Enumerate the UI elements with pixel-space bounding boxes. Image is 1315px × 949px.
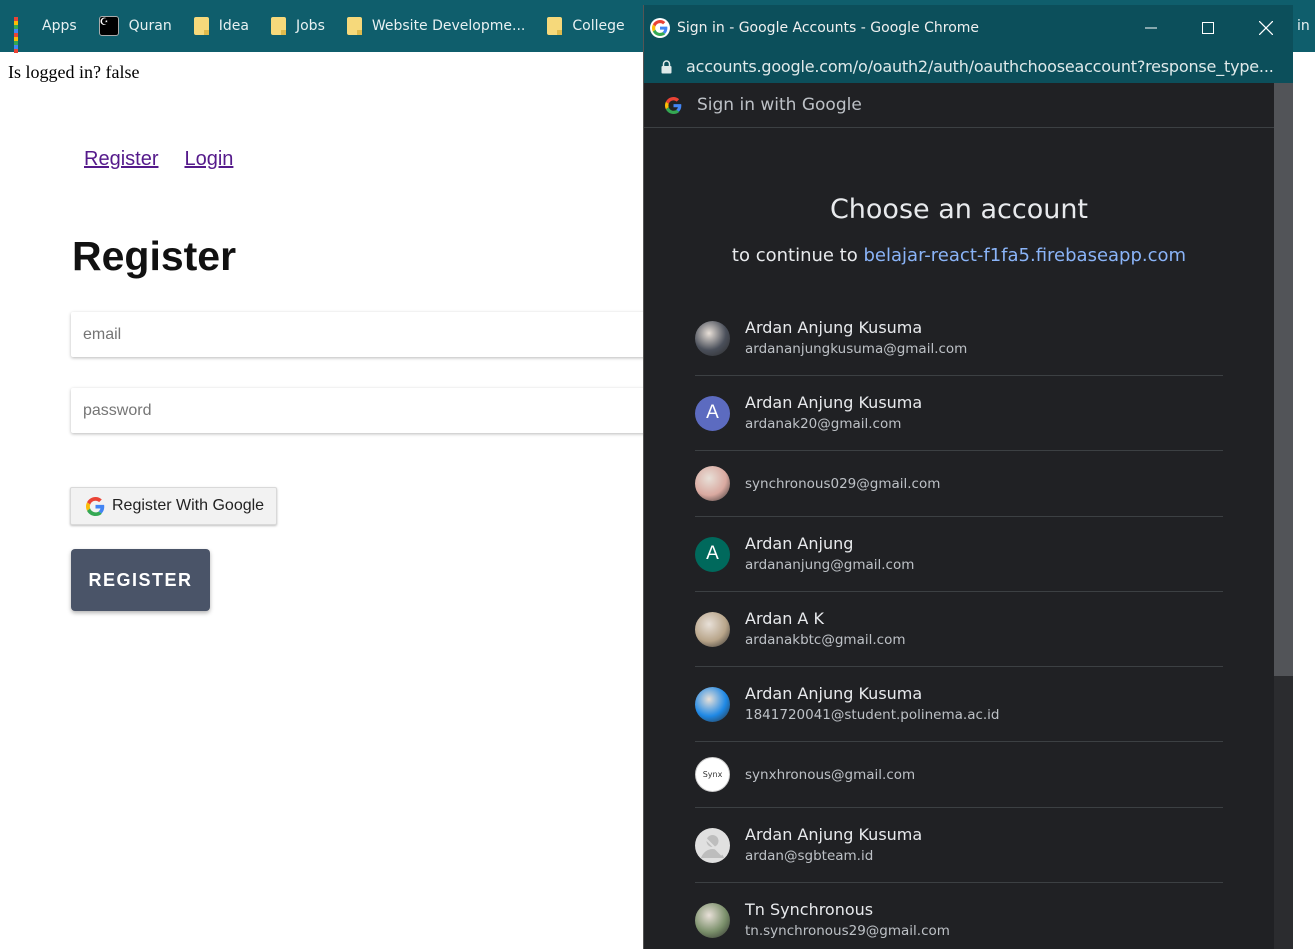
account-name: Tn Synchronous xyxy=(745,900,874,919)
google-logo-icon xyxy=(86,496,105,516)
bookmark-label: Idea xyxy=(218,18,249,34)
account-email: ardananjung@gmail.com xyxy=(745,557,915,573)
account-name: Ardan A K xyxy=(745,609,824,628)
avatar-letter: A xyxy=(695,395,730,431)
continue-site-link[interactable]: belajar-react-f1fa5.firebaseapp.com xyxy=(864,245,1187,266)
account-email: ardan@sgbteam.id xyxy=(745,848,874,864)
account-row[interactable]: Ardan Anjung Kusuma ardan@sgbteam.id xyxy=(695,808,1223,883)
bookmark-college[interactable]: College xyxy=(547,0,625,52)
avatar: Synx xyxy=(695,757,730,792)
account-name: Ardan Anjung Kusuma xyxy=(745,393,923,412)
account-row[interactable]: Synx synxhronous@gmail.com xyxy=(695,742,1223,808)
continue-to-line: to continue to belajar-react-f1fa5.fireb… xyxy=(644,245,1274,266)
account-name: Ardan Anjung xyxy=(745,534,854,553)
page-title: Register xyxy=(72,233,237,279)
choose-account-heading: Choose an account xyxy=(829,194,1089,225)
avatar xyxy=(695,466,730,501)
folder-icon xyxy=(193,17,209,35)
account-name: Ardan Anjung Kusuma xyxy=(745,318,923,337)
nav-links: Register Login xyxy=(84,148,233,171)
account-text: synchronous029@gmail.com xyxy=(745,474,940,494)
register-with-google-button[interactable]: Register With Google xyxy=(70,487,277,525)
avatar-logo-text: Synx xyxy=(702,770,723,779)
account-email: ardanak20@gmail.com xyxy=(745,416,902,432)
bookmark-overflow-text[interactable]: in X xyxy=(1297,0,1315,52)
account-row[interactable]: Ardan Anjung Kusuma 1841720041@student.po… xyxy=(695,667,1223,742)
account-email: ardananjungkusuma@gmail.com xyxy=(745,341,968,357)
account-text: Ardan Anjung Kusuma ardananjungkusuma@gma… xyxy=(745,317,967,359)
avatar-letter: A xyxy=(695,536,730,572)
avatar xyxy=(695,686,730,722)
close-icon xyxy=(1258,20,1273,35)
default-avatar-icon xyxy=(695,827,730,863)
avatar xyxy=(695,611,730,647)
password-input[interactable] xyxy=(71,388,671,433)
bookmark-idea[interactable]: Idea xyxy=(193,0,249,52)
account-email: synxhronous@gmail.com xyxy=(745,766,916,783)
account-text: Ardan Anjung Kusuma 1841720041@student.po… xyxy=(745,683,1000,725)
close-button[interactable] xyxy=(1237,5,1293,50)
signin-header: Sign in with Google xyxy=(644,83,1274,128)
bookmark-label: Jobs xyxy=(295,18,325,34)
account-text: Ardan A K ardanakbtc@gmail.com xyxy=(745,608,905,650)
signin-header-text: Sign in with Google xyxy=(697,95,862,115)
login-status-text: Is logged in? false xyxy=(8,62,140,82)
account-row[interactable]: synchronous029@gmail.com xyxy=(695,451,1223,517)
folder-icon xyxy=(547,17,563,35)
account-name: Ardan Anjung Kusuma xyxy=(745,825,923,844)
account-email: ardanakbtc@gmail.com xyxy=(745,632,906,648)
minimize-button[interactable] xyxy=(1122,5,1179,50)
maximize-icon xyxy=(1201,21,1214,34)
avatar xyxy=(695,320,730,356)
maximize-button[interactable] xyxy=(1179,5,1236,50)
account-email: tn.synchronous29@gmail.com xyxy=(745,923,950,939)
minimize-icon xyxy=(1144,27,1157,28)
popup-address-bar[interactable]: accounts.google.com/o/oauth2/auth/oauthc… xyxy=(644,50,1293,83)
account-list: Ardan Anjung Kusuma ardananjungkusuma@gma… xyxy=(695,301,1223,949)
bookmark-label: College xyxy=(572,18,625,34)
register-button[interactable]: REGISTER xyxy=(71,549,210,611)
bookmark-quran[interactable]: ☪ Quran xyxy=(98,0,172,52)
popup-url-text: accounts.google.com/o/oauth2/auth/oauthc… xyxy=(686,57,1274,76)
account-row[interactable]: A Ardan Anjung Kusuma ardanak20@gmail.com xyxy=(695,376,1223,451)
google-logo-icon xyxy=(665,96,682,114)
popup-window-title: Sign in - Google Accounts - Google Chrom… xyxy=(677,19,980,36)
login-link[interactable]: Login xyxy=(184,148,233,171)
bookmark-jobs[interactable]: Jobs xyxy=(270,0,325,52)
folder-icon xyxy=(270,17,286,35)
account-email: 1841720041@student.polinema.ac.id xyxy=(745,707,1000,723)
popup-titlebar[interactable]: Sign in - Google Accounts - Google Chrom… xyxy=(644,5,1293,50)
scrollbar-track[interactable] xyxy=(1274,83,1293,949)
folder-icon xyxy=(346,17,362,35)
account-name: Ardan Anjung Kusuma xyxy=(745,684,923,703)
account-row[interactable]: Ardan Anjung Kusuma ardananjungkusuma@gma… xyxy=(695,301,1223,376)
account-text: synxhronous@gmail.com xyxy=(745,765,915,785)
bookmark-label: Website Developme... xyxy=(371,18,526,34)
google-signin-popup: Sign in - Google Accounts - Google Chrom… xyxy=(643,5,1293,949)
account-email: synchronous029@gmail.com xyxy=(745,475,941,492)
google-favicon-icon xyxy=(650,17,670,38)
continue-prefix: to continue to xyxy=(731,245,858,266)
account-text: Ardan Anjung Kusuma ardanak20@gmail.com xyxy=(745,392,922,434)
quran-icon: ☪ xyxy=(98,16,119,36)
google-button-label: Register With Google xyxy=(112,497,265,514)
scrollbar-thumb[interactable] xyxy=(1274,83,1293,676)
email-input[interactable] xyxy=(71,312,671,357)
account-row[interactable]: Tn Synchronous tn.synchronous29@gmail.com xyxy=(695,883,1223,949)
bookmark-apps[interactable]: Apps xyxy=(14,0,77,53)
register-link[interactable]: Register xyxy=(84,148,158,171)
apps-grid-icon xyxy=(14,17,32,53)
bookmark-label: Apps xyxy=(42,18,77,34)
account-row[interactable]: Ardan A K ardanakbtc@gmail.com xyxy=(695,592,1223,667)
bookmark-label: Quran xyxy=(128,18,172,34)
avatar xyxy=(695,902,730,938)
lock-icon xyxy=(661,59,672,74)
bookmark-website-development[interactable]: Website Developme... xyxy=(346,0,526,52)
account-text: Ardan Anjung Kusuma ardan@sgbteam.id xyxy=(745,824,922,866)
account-row[interactable]: A Ardan Anjung ardananjung@gmail.com xyxy=(695,517,1223,592)
account-text: Ardan Anjung ardananjung@gmail.com xyxy=(745,533,914,575)
account-text: Tn Synchronous tn.synchronous29@gmail.com xyxy=(745,899,950,941)
